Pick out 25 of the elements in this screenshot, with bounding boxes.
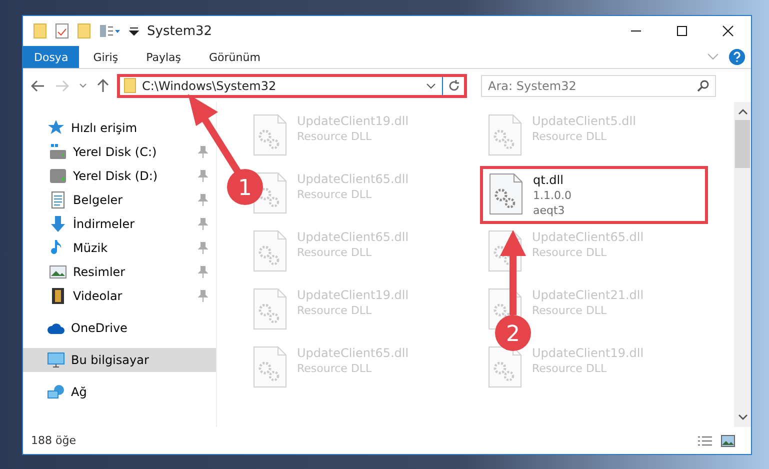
file-name: UpdateClient19.dll <box>297 114 409 128</box>
file-name: UpdateClient65.dll <box>532 230 644 244</box>
file-detail: Resource DLL <box>297 130 373 143</box>
file-name: UpdateClient65.dll <box>297 172 409 186</box>
file-detail: Resource DLL <box>532 246 608 259</box>
file-detail: Resource DLL <box>297 304 373 317</box>
step-badge: 2 <box>495 315 531 351</box>
file-name: UpdateClient65.dll <box>297 346 409 360</box>
file-name: UpdateClient21.dll <box>532 288 644 302</box>
file-detail: Resource DLL <box>297 362 373 375</box>
file-detail: aeqt3 <box>533 204 566 217</box>
item-count: 188 öğe <box>31 434 77 447</box>
file-name: UpdateClient65.dll <box>297 230 409 244</box>
file-name: UpdateClient19.dll <box>297 288 409 302</box>
window-title: System32 <box>147 24 214 38</box>
step-badge: 1 <box>227 169 263 205</box>
file-detail: Resource DLL <box>532 130 608 143</box>
file-detail: 1.1.0.0 <box>533 189 572 202</box>
file-detail: Resource DLL <box>297 188 373 201</box>
file-detail: Resource DLL <box>532 304 608 317</box>
file-name: qt.dll <box>533 173 564 187</box>
file-name: UpdateClient5.dll <box>532 114 636 128</box>
file-name: UpdateClient19.dll <box>532 346 644 360</box>
file-detail: Resource DLL <box>532 362 608 375</box>
file-detail: Resource DLL <box>297 246 373 259</box>
